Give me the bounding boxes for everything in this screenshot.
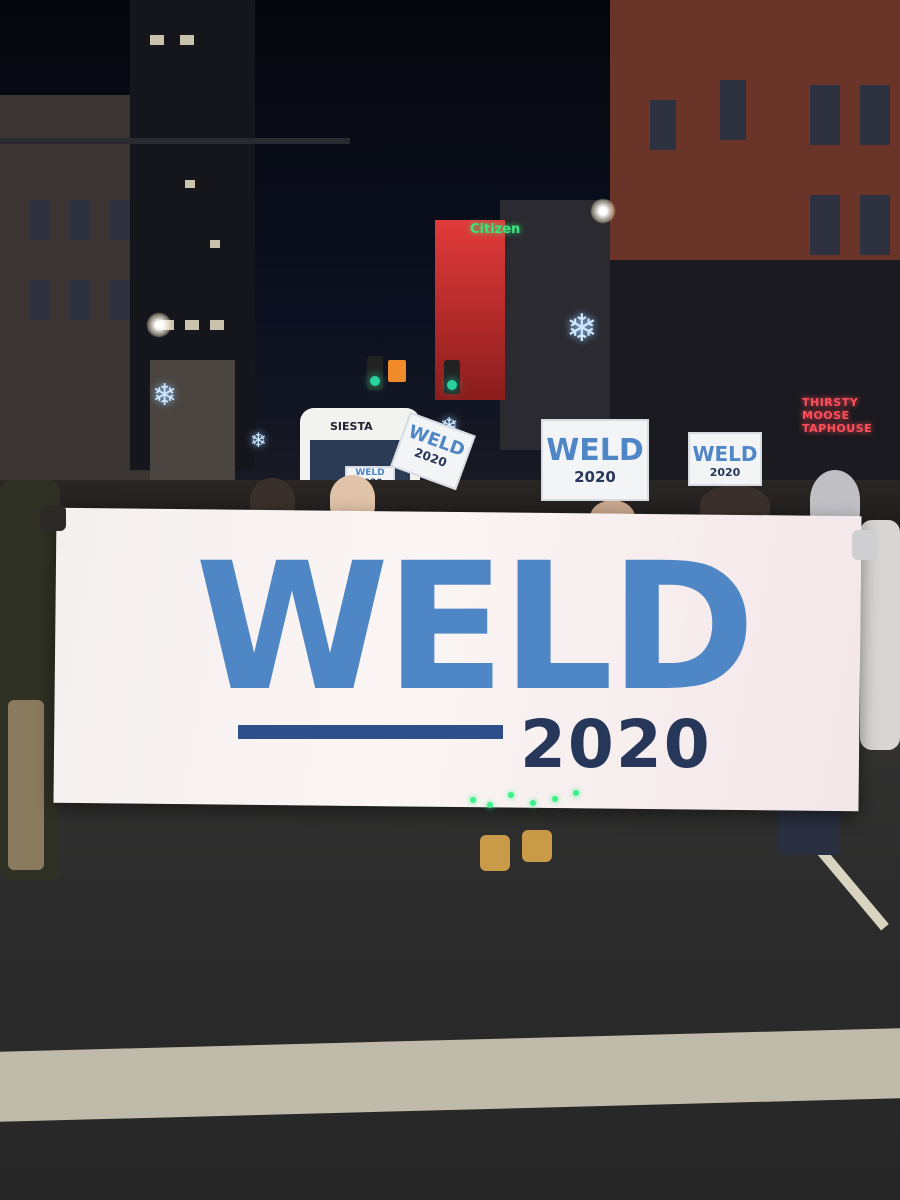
banner-candidate-name: WELD bbox=[195, 525, 756, 730]
bus-destination-label: SIESTA bbox=[330, 420, 373, 433]
led-light bbox=[552, 796, 558, 802]
traffic-light bbox=[367, 356, 383, 390]
banner-year: 2020 bbox=[520, 706, 712, 783]
glove bbox=[40, 505, 66, 531]
window bbox=[30, 280, 50, 320]
glove bbox=[852, 530, 878, 560]
led-light bbox=[530, 800, 536, 806]
snowflake-decoration-icon: ❄ bbox=[250, 428, 267, 452]
traffic-signal-mast bbox=[0, 138, 350, 144]
traffic-light bbox=[444, 360, 460, 394]
turn-arrow-sign bbox=[388, 360, 406, 382]
tower-sign: Citizen bbox=[470, 222, 521, 237]
led-light bbox=[487, 802, 493, 808]
yard-sign: WELD 2020 bbox=[541, 419, 649, 501]
window bbox=[70, 200, 90, 240]
window bbox=[70, 280, 90, 320]
boot bbox=[480, 835, 510, 871]
banner-underline bbox=[238, 725, 503, 739]
led-light bbox=[470, 797, 476, 803]
marcher-legs bbox=[8, 700, 44, 870]
led-light bbox=[573, 790, 579, 796]
boot bbox=[522, 830, 552, 862]
window bbox=[110, 200, 130, 240]
window bbox=[30, 200, 50, 240]
street-parade-scene: Citizen THIRSTY MOOSE TAPHOUSE ❄ ❄ ❄ ❄ S… bbox=[0, 0, 900, 1200]
led-light bbox=[508, 792, 514, 798]
snowflake-decoration-icon: ❄ bbox=[152, 378, 178, 413]
window bbox=[110, 280, 130, 320]
street-light bbox=[146, 312, 172, 338]
yard-sign: WELD 2020 bbox=[688, 432, 762, 486]
street-light bbox=[590, 198, 616, 224]
snowflake-decoration-icon: ❄ bbox=[566, 306, 598, 350]
storefront-sign: THIRSTY MOOSE TAPHOUSE bbox=[802, 396, 873, 435]
